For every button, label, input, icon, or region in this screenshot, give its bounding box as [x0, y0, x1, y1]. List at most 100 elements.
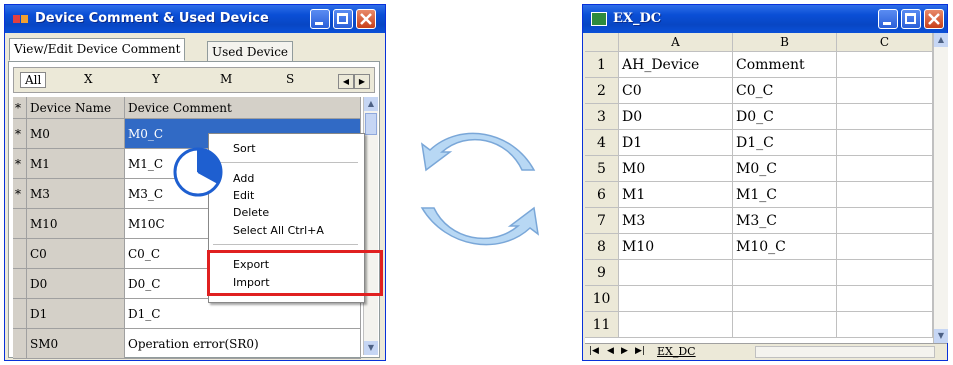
- cell-b[interactable]: M0_C: [733, 156, 837, 182]
- row-header[interactable]: 6: [585, 182, 619, 208]
- cell-a[interactable]: [619, 312, 733, 338]
- cell-c[interactable]: [837, 78, 933, 104]
- row-star: [13, 209, 27, 239]
- sheet-tab-ex-dc[interactable]: EX_DC: [657, 345, 696, 358]
- menu-item-sort[interactable]: Sort: [233, 142, 256, 155]
- row-header[interactable]: 1: [585, 52, 619, 78]
- excel-icon: [591, 12, 607, 26]
- cell-a[interactable]: M3: [619, 208, 733, 234]
- row-header[interactable]: 10: [585, 286, 619, 312]
- maximize-button[interactable]: [901, 9, 921, 29]
- select-all-corner[interactable]: [585, 33, 619, 52]
- row-header[interactable]: 9: [585, 260, 619, 286]
- cell-a[interactable]: D0: [619, 104, 733, 130]
- row-header[interactable]: 4: [585, 130, 619, 156]
- tab-used-device[interactable]: Used Device: [207, 41, 294, 61]
- menu-item-delete[interactable]: Delete: [233, 206, 269, 219]
- close-button[interactable]: [356, 9, 376, 29]
- sync-arrows-icon: [420, 132, 540, 246]
- row-header[interactable]: 2: [585, 78, 619, 104]
- cell-c[interactable]: [837, 130, 933, 156]
- row-header[interactable]: 3: [585, 104, 619, 130]
- column-header-device-name[interactable]: Device Name: [27, 97, 125, 119]
- device-name-cell[interactable]: M1: [27, 149, 125, 179]
- column-header-a[interactable]: A: [619, 33, 733, 52]
- cell-b[interactable]: Comment: [733, 52, 837, 78]
- filter-tab-x[interactable]: X: [84, 72, 93, 86]
- device-name-cell[interactable]: D0: [27, 269, 125, 299]
- first-sheet-icon[interactable]: |◀: [589, 346, 599, 356]
- cell-b[interactable]: C0_C: [733, 78, 837, 104]
- scroll-thumb[interactable]: [365, 113, 377, 135]
- grid-scrollbar[interactable]: ▲ ▼: [363, 97, 378, 355]
- cell-b[interactable]: [733, 286, 837, 312]
- last-sheet-icon[interactable]: ▶|: [635, 346, 645, 356]
- device-name-cell[interactable]: M10: [27, 209, 125, 239]
- menu-item-add[interactable]: Add: [233, 172, 254, 185]
- column-header-b[interactable]: B: [733, 33, 837, 52]
- menu-item-edit[interactable]: Edit: [233, 189, 254, 202]
- filter-tab-all[interactable]: All: [20, 72, 47, 88]
- cell-b[interactable]: D0_C: [733, 104, 837, 130]
- horizontal-scrollbar[interactable]: [755, 346, 935, 358]
- row-header[interactable]: 7: [585, 208, 619, 234]
- minimize-button[interactable]: [310, 9, 330, 29]
- column-header-c[interactable]: C: [837, 33, 933, 52]
- cell-c[interactable]: [837, 260, 933, 286]
- cell-b[interactable]: M1_C: [733, 182, 837, 208]
- window-title: EX_DC: [613, 11, 662, 26]
- device-name-cell[interactable]: D1: [27, 299, 125, 329]
- close-icon: [360, 13, 372, 25]
- cell-a[interactable]: M10: [619, 234, 733, 260]
- sheet-vertical-scrollbar[interactable]: ▲ ▼: [933, 33, 948, 343]
- menu-item-select-all[interactable]: Select All Ctrl+A: [233, 224, 324, 237]
- tab-scroll-right-button[interactable]: ▶: [354, 74, 370, 89]
- filter-tab-s[interactable]: S: [286, 72, 294, 86]
- cell-a[interactable]: M0: [619, 156, 733, 182]
- device-comment-cell[interactable]: D1_C: [125, 299, 361, 329]
- cell-b[interactable]: [733, 312, 837, 338]
- cell-c[interactable]: [837, 208, 933, 234]
- cell-a[interactable]: C0: [619, 78, 733, 104]
- device-name-cell[interactable]: SM0: [27, 329, 125, 359]
- scroll-up-button[interactable]: ▲: [364, 97, 378, 111]
- row-header[interactable]: 11: [585, 312, 619, 338]
- prev-sheet-icon[interactable]: ◀: [607, 346, 614, 356]
- column-header-device-comment[interactable]: Device Comment: [125, 97, 361, 119]
- cell-a[interactable]: AH_Device: [619, 52, 733, 78]
- cell-a[interactable]: [619, 260, 733, 286]
- device-name-cell[interactable]: M3: [27, 179, 125, 209]
- close-button[interactable]: [924, 9, 944, 29]
- cell-c[interactable]: [837, 104, 933, 130]
- tab-scroll-left-button[interactable]: ◀: [338, 74, 354, 89]
- device-comment-cell[interactable]: Operation error(SR0): [125, 329, 361, 359]
- maximize-button[interactable]: [333, 9, 353, 29]
- cell-a[interactable]: D1: [619, 130, 733, 156]
- filter-tab-y[interactable]: Y: [152, 72, 160, 86]
- cell-b[interactable]: D1_C: [733, 130, 837, 156]
- scroll-down-button[interactable]: ▼: [934, 329, 948, 343]
- next-sheet-icon[interactable]: ▶: [621, 346, 628, 356]
- cell-c[interactable]: [837, 286, 933, 312]
- row-header[interactable]: 5: [585, 156, 619, 182]
- cell-c[interactable]: [837, 182, 933, 208]
- tab-view-edit-device-comment[interactable]: View/Edit Device Comment: [9, 38, 186, 61]
- cell-b[interactable]: M3_C: [733, 208, 837, 234]
- minimize-button[interactable]: [878, 9, 898, 29]
- cell-a[interactable]: [619, 286, 733, 312]
- cell-c[interactable]: [837, 156, 933, 182]
- filter-tab-bar: All X Y M S ◀ ▶: [13, 67, 375, 93]
- cell-c[interactable]: [837, 234, 933, 260]
- cell-b[interactable]: M10_C: [733, 234, 837, 260]
- filter-tab-m[interactable]: M: [220, 72, 232, 86]
- row-header[interactable]: 8: [585, 234, 619, 260]
- device-name-cell[interactable]: M0: [27, 119, 125, 149]
- cell-c[interactable]: [837, 312, 933, 338]
- app-icon: [13, 12, 29, 26]
- cell-a[interactable]: M1: [619, 182, 733, 208]
- scroll-up-button[interactable]: ▲: [934, 33, 948, 47]
- cell-b[interactable]: [733, 260, 837, 286]
- cell-c[interactable]: [837, 52, 933, 78]
- scroll-down-button[interactable]: ▼: [364, 341, 378, 355]
- device-name-cell[interactable]: C0: [27, 239, 125, 269]
